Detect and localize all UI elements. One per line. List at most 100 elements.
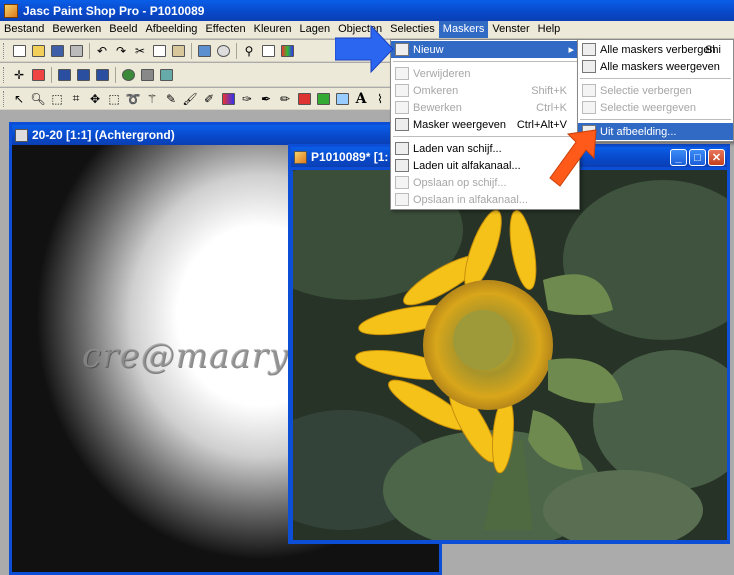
menu-item-icon bbox=[395, 159, 409, 172]
maskers-menu-item[interactable]: Verwijderen bbox=[391, 65, 579, 82]
maximize-button[interactable]: □ bbox=[689, 149, 706, 166]
print-icon[interactable] bbox=[67, 42, 85, 60]
menu-lagen[interactable]: Lagen bbox=[296, 21, 335, 38]
maskers-menu-item[interactable]: Bewerken Ctrl+K bbox=[391, 99, 579, 116]
paste-icon[interactable] bbox=[169, 42, 187, 60]
menu-item-icon bbox=[582, 101, 596, 114]
paintbrush-icon[interactable]: 🖌︎ bbox=[181, 90, 199, 108]
retouch-icon[interactable]: ✑ bbox=[238, 90, 256, 108]
sunflower-image bbox=[293, 170, 727, 540]
menu-item-label: Verwijderen bbox=[413, 67, 471, 80]
menu-item-label: Bewerken bbox=[413, 101, 462, 114]
nieuw-submenu-item[interactable]: Alle maskers verbergen Shi bbox=[578, 41, 733, 58]
menu-maskers[interactable]: Maskers bbox=[438, 21, 489, 38]
menu-separator bbox=[580, 119, 731, 120]
menu-item-icon bbox=[395, 101, 409, 114]
deform-icon[interactable]: ⬚ bbox=[48, 90, 66, 108]
new-file-icon[interactable] bbox=[10, 42, 28, 60]
maskers-menu-item[interactable]: Opslaan in alfakanaal... bbox=[391, 191, 579, 208]
menu-beeld[interactable]: Beeld bbox=[105, 21, 141, 38]
png-icon[interactable] bbox=[93, 66, 111, 84]
nieuw-submenu-item[interactable]: Uit afbeelding... bbox=[578, 123, 733, 140]
app-title: Jasc Paint Shop Pro - P1010089 bbox=[23, 3, 205, 18]
selection-icon[interactable]: ⬚ bbox=[105, 90, 123, 108]
flood-fill-icon[interactable] bbox=[314, 90, 332, 108]
menu-item-label: Omkeren bbox=[413, 84, 459, 97]
menu-item-label: Selectie weergeven bbox=[600, 101, 697, 114]
menu-kleuren[interactable]: Kleuren bbox=[250, 21, 296, 38]
cut-icon[interactable]: ✂ bbox=[131, 42, 149, 60]
photo-window-title: P1010089* [1: bbox=[311, 150, 389, 164]
nieuw-submenu: Alle maskers verbergen Shi Alle maskers we… bbox=[577, 39, 734, 142]
screen-icon[interactable] bbox=[195, 42, 213, 60]
text-tool-icon[interactable] bbox=[333, 90, 351, 108]
menu-item-icon bbox=[395, 84, 409, 97]
dropper-icon[interactable]: ✎ bbox=[162, 90, 180, 108]
magic-wand-icon[interactable]: ⚚ bbox=[143, 90, 161, 108]
save-icon[interactable] bbox=[48, 42, 66, 60]
close-button[interactable]: ✕ bbox=[708, 149, 725, 166]
nieuw-submenu-item[interactable]: Selectie weergeven bbox=[578, 99, 733, 116]
menu-item-icon bbox=[582, 43, 596, 56]
crosshair-icon[interactable]: ✛ bbox=[10, 66, 28, 84]
clone-icon[interactable]: ✐ bbox=[200, 90, 218, 108]
crop-icon[interactable]: ⌗ bbox=[67, 90, 85, 108]
menu-item-label: Opslaan op schijf... bbox=[413, 176, 507, 189]
menu-effecten[interactable]: Effecten bbox=[201, 21, 249, 38]
lasso-icon[interactable]: ➰ bbox=[124, 90, 142, 108]
mask-window-title-bar[interactable]: 20-20 [1:1] (Achtergrond) bbox=[12, 125, 439, 145]
menu-item-icon bbox=[395, 193, 409, 206]
menu-item-label: Uit afbeelding... bbox=[600, 125, 677, 138]
airbrush-icon[interactable] bbox=[295, 90, 313, 108]
open-folder-icon[interactable] bbox=[29, 42, 47, 60]
menu-item-shortcut: Ctrl+K bbox=[536, 101, 567, 114]
pixel-ratio-icon[interactable] bbox=[29, 66, 47, 84]
image-slicer-icon[interactable] bbox=[138, 66, 156, 84]
menu-afbeelding[interactable]: Afbeelding bbox=[141, 21, 201, 38]
menu-separator bbox=[393, 61, 577, 62]
maskers-menu-item[interactable]: Nieuw ▸ bbox=[391, 41, 579, 58]
browse-icon[interactable]: ⚲ bbox=[240, 42, 258, 60]
nieuw-submenu-item[interactable]: Selectie verbergen bbox=[578, 82, 733, 99]
image-mapper-icon[interactable] bbox=[157, 66, 175, 84]
undo-icon[interactable]: ↶ bbox=[93, 42, 111, 60]
menu-item-label: Opslaan in alfakanaal... bbox=[413, 193, 528, 206]
color-replacer-icon[interactable] bbox=[219, 90, 237, 108]
histogram-icon[interactable] bbox=[278, 42, 296, 60]
move-icon[interactable]: ✥ bbox=[86, 90, 104, 108]
eraser-icon[interactable]: ✒ bbox=[257, 90, 275, 108]
minimize-button[interactable]: _ bbox=[670, 149, 687, 166]
image-icon bbox=[15, 128, 28, 142]
toolbar-grip[interactable] bbox=[3, 42, 6, 59]
toolbar-grip[interactable] bbox=[3, 90, 6, 107]
sunflower-photo[interactable] bbox=[293, 170, 727, 540]
menu-item-label: Masker weergeven bbox=[413, 118, 506, 131]
redo-icon[interactable]: ↷ bbox=[112, 42, 130, 60]
menu-venster[interactable]: Venster bbox=[488, 21, 533, 38]
pointer-icon[interactable]: ↖ bbox=[10, 90, 28, 108]
text-icon[interactable]: A bbox=[352, 90, 370, 108]
toolbar-separator bbox=[236, 42, 237, 59]
menu-item-icon bbox=[395, 142, 409, 155]
menu-bestand[interactable]: Bestand bbox=[0, 21, 48, 38]
menu-bewerken[interactable]: Bewerken bbox=[48, 21, 105, 38]
web-icon[interactable] bbox=[119, 66, 137, 84]
toolbar-separator bbox=[115, 66, 116, 83]
zoom-icon[interactable]: 🔍︎ bbox=[29, 90, 47, 108]
menu-separator bbox=[580, 78, 731, 79]
toolbar-grip[interactable] bbox=[3, 66, 6, 83]
picture-tube-icon[interactable]: ✏ bbox=[276, 90, 294, 108]
nieuw-submenu-item[interactable]: Alle maskers weergeven bbox=[578, 58, 733, 75]
maskers-menu-item[interactable]: Omkeren Shift+K bbox=[391, 82, 579, 99]
preview-icon[interactable] bbox=[259, 42, 277, 60]
menu-help[interactable]: Help bbox=[534, 21, 565, 38]
disabled-tool-icon[interactable] bbox=[214, 42, 232, 60]
menu-item-shortcut: Shift+K bbox=[531, 84, 567, 97]
toolbar-separator bbox=[191, 42, 192, 59]
draw-icon[interactable]: ⌇ bbox=[371, 90, 389, 108]
jpeg-icon[interactable] bbox=[55, 66, 73, 84]
copy-icon[interactable] bbox=[150, 42, 168, 60]
gif-icon[interactable] bbox=[74, 66, 92, 84]
app-title-bar: Jasc Paint Shop Pro - P1010089 bbox=[0, 0, 734, 21]
toolbar-separator bbox=[89, 42, 90, 59]
